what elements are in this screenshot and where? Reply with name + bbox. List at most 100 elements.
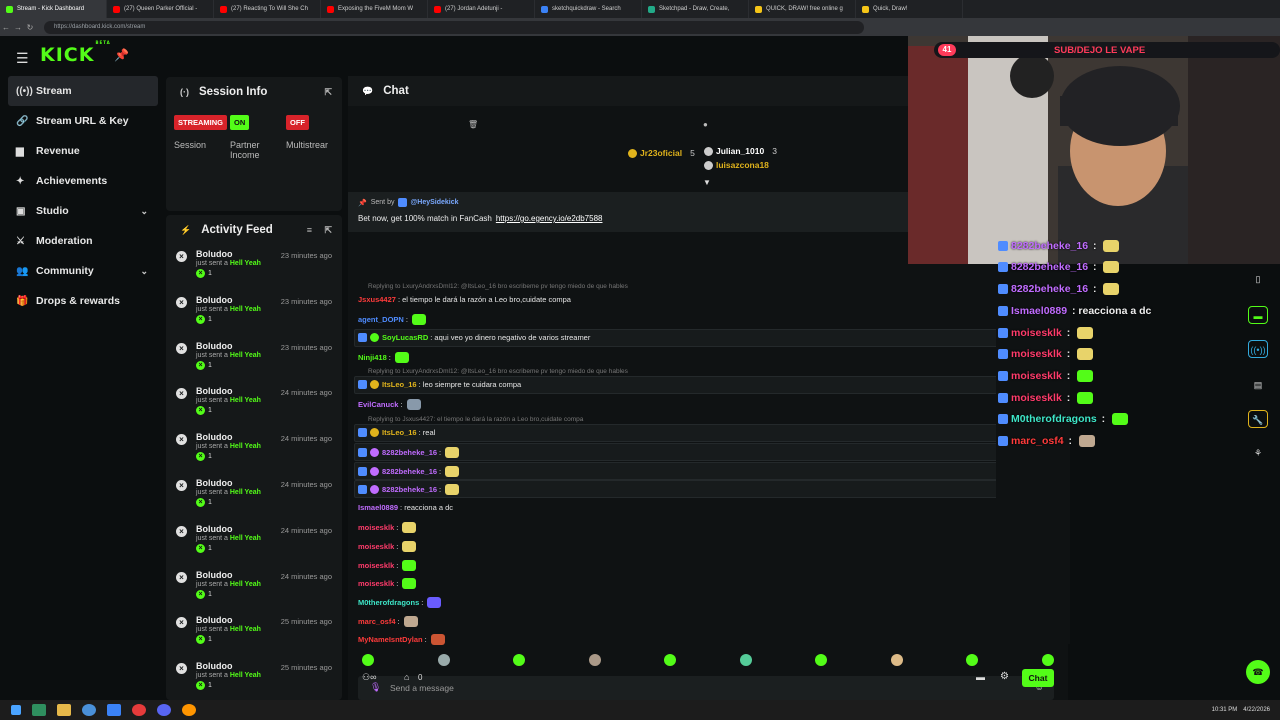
activity-item[interactable]: × Boludoo just sent a Hell Yeah × 1 24 minute…	[166, 566, 342, 612]
filter-icon[interactable]: ≡	[307, 225, 312, 235]
terminal-icon[interactable]	[32, 704, 46, 716]
chat-message[interactable]: moisesklk:	[358, 541, 417, 552]
windows-start-icon[interactable]	[11, 705, 21, 715]
chat-message[interactable]: moisesklk:	[358, 522, 417, 533]
sidebar-item-stream[interactable]: ((•)) Stream	[8, 76, 158, 106]
chat-message[interactable]: Ismael0889: reacciona a dc	[358, 503, 453, 512]
send-chat-button[interactable]: Chat	[1022, 669, 1054, 687]
collapse-icon[interactable]: ▼	[703, 178, 711, 187]
mod-icon[interactable]: ⚘	[1248, 444, 1268, 462]
sidebar-item-moderation[interactable]: ⚔ Moderation	[8, 226, 158, 256]
quick-emote-icon[interactable]	[815, 654, 827, 666]
activity-item[interactable]: × Boludoo just sent a Hell Yeah × 1 24 minute…	[166, 428, 342, 474]
chat-username[interactable]: ItsLeo_16	[382, 380, 417, 389]
activity-item[interactable]: × Boludoo just sent a Hell Yeah × 1 25 minute…	[166, 611, 342, 657]
chat-message[interactable]: 8282beheke_16:	[358, 484, 460, 495]
quick-emote-icon[interactable]	[664, 654, 676, 666]
popout-icon[interactable]: ⇱	[324, 225, 332, 236]
chat-message[interactable]: agent_DOPN:	[358, 314, 426, 325]
quick-emote-icon[interactable]	[362, 654, 374, 666]
activity-item[interactable]: × Boludoo just sent a Hell Yeah × 1 24 minute…	[166, 520, 342, 566]
sidebar-item-achievements[interactable]: ✦ Achievements	[8, 166, 158, 196]
chat-username[interactable]: Jsxus4427	[358, 295, 396, 304]
file-explorer-icon[interactable]	[57, 704, 71, 716]
top-gifter[interactable]: luisazcona18	[704, 160, 777, 170]
sidebar-item-studio[interactable]: ▣ Studio ⌄	[8, 196, 158, 226]
reload-icon[interactable]: ↻	[24, 23, 36, 32]
browser-tab[interactable]: (27) Queen Parker Official -	[107, 0, 214, 18]
pin-icon[interactable]: 📌	[114, 48, 129, 62]
activity-item[interactable]: × Boludoo just sent a Hell Yeah × 1 23 minute…	[166, 337, 342, 383]
browser-tab[interactable]: Exposing the FiveM Mom W	[321, 0, 428, 18]
chat-username[interactable]: SoyLucasRD	[382, 333, 428, 342]
chrome-icon[interactable]	[82, 704, 96, 716]
chat-username[interactable]: moisesklk	[358, 579, 394, 588]
chat-username[interactable]: ItsLeo_16	[382, 428, 417, 437]
chat-message[interactable]: Jsxus4427: el tiempo le dará la razón a …	[358, 295, 571, 304]
chat-username[interactable]: agent_DOPN	[358, 315, 404, 324]
top-gifter[interactable]: Jr23oficial 5	[628, 148, 695, 158]
quick-emote-icon[interactable]	[588, 654, 601, 666]
sidebar-item-stream-url-key[interactable]: 🔗 Stream URL & Key	[8, 106, 158, 136]
quick-emote-icon[interactable]	[513, 654, 525, 666]
activity-item[interactable]: × Boludoo just sent a Hell Yeah × 1 23 minute…	[166, 291, 342, 337]
broadcast-icon[interactable]: ((•))	[1248, 340, 1268, 358]
chat-username[interactable]: marc_osf4	[358, 617, 396, 626]
community-points-icon[interactable]: ⚇∞	[362, 672, 376, 683]
app-icon[interactable]	[132, 704, 146, 716]
chat-username[interactable]: M0therofdragons	[358, 598, 419, 607]
quick-emote-icon[interactable]	[437, 654, 450, 666]
pinned-link[interactable]: https://go.egency.io/e2db7588	[496, 214, 603, 223]
sidebar-item-revenue[interactable]: ▆ Revenue	[8, 136, 158, 166]
chat-username[interactable]: 8282beheke_16	[382, 467, 437, 476]
chat-message[interactable]: ItsLeo_16: real	[358, 428, 435, 437]
sidebar-item-community[interactable]: 👥 Community ⌄	[8, 256, 158, 286]
chat-username[interactable]: 8282beheke_16	[382, 485, 437, 494]
chat-mode-icon[interactable]: ●	[703, 120, 708, 129]
popout-icon[interactable]: ⇱	[324, 87, 332, 98]
browser-tab[interactable]: (27) Jordan Adetunji -	[428, 0, 535, 18]
app-icon[interactable]	[157, 704, 171, 716]
chat-message[interactable]: M0therofdragons:	[358, 597, 442, 608]
chat-message[interactable]: moisesklk:	[358, 560, 417, 571]
chat-message[interactable]: 8282beheke_16:	[358, 447, 460, 458]
browser-tab[interactable]: Quick, Draw!	[856, 0, 963, 18]
quick-emote-icon[interactable]	[966, 654, 978, 666]
chat-message[interactable]: Ninji418:	[358, 352, 409, 363]
layout-icon[interactable]: ▤	[1248, 376, 1268, 394]
trash-icon[interactable]: 🗑	[468, 120, 478, 129]
chat-bubble-small-icon[interactable]: ▬	[976, 672, 985, 682]
browser-tab[interactable]: Sketchpad - Draw, Create,	[642, 0, 749, 18]
menu-icon[interactable]: ☰	[16, 50, 29, 67]
chat-message[interactable]: MyNameIsntDylan:	[358, 634, 445, 645]
browser-tab[interactable]: Stream - Kick Dashboard	[0, 0, 107, 18]
sidebar-item-drops-rewards[interactable]: 🎁 Drops & rewards	[8, 286, 158, 316]
browser-tab[interactable]: sketchquickdraw - Search	[535, 0, 642, 18]
copy-icon[interactable]: ▯	[1248, 270, 1268, 288]
url-field[interactable]: https://dashboard.kick.com/stream	[44, 20, 864, 34]
activity-item[interactable]: × Boludoo just sent a Hell Yeah × 1 24 minute…	[166, 474, 342, 520]
chat-username[interactable]: 8282beheke_16	[382, 448, 437, 457]
chat-icon[interactable]: ▬	[1248, 306, 1268, 324]
activity-item[interactable]: × Boludoo just sent a Hell Yeah × 1 25 minute…	[166, 657, 342, 700]
chat-message[interactable]: moisesklk:	[358, 578, 417, 589]
app-icon[interactable]	[182, 704, 196, 716]
quick-emote-icon[interactable]	[1041, 654, 1054, 666]
chat-message[interactable]: ItsLeo_16: leo siempre te cuidara compa	[358, 380, 521, 389]
top-gifter[interactable]: Julian_1010 3	[704, 146, 777, 156]
chat-username[interactable]: EvilCanuck	[358, 400, 398, 409]
chat-username[interactable]: Ismael0889	[358, 503, 398, 512]
chat-message[interactable]: marc_osf4:	[358, 616, 418, 627]
wrench-icon[interactable]: 🔧	[1248, 410, 1268, 428]
chat-username[interactable]: moisesklk	[358, 542, 394, 551]
chevron-down-icon[interactable]: ⌄	[140, 266, 148, 277]
store-icon[interactable]: ⌂	[404, 672, 409, 682]
back-icon[interactable]: ←	[0, 23, 12, 32]
chat-username[interactable]: MyNameIsntDylan	[358, 635, 423, 644]
activity-item[interactable]: × Boludoo just sent a Hell Yeah × 1 23 minute…	[166, 245, 342, 291]
pinned-sender[interactable]: @HeySidekick	[410, 199, 458, 206]
quick-emote-icon[interactable]	[890, 654, 903, 666]
browser-tab[interactable]: QUICK, DRAW! free online g	[749, 0, 856, 18]
chat-username[interactable]: Ninji418	[358, 353, 387, 362]
forward-icon[interactable]: →	[12, 23, 24, 32]
